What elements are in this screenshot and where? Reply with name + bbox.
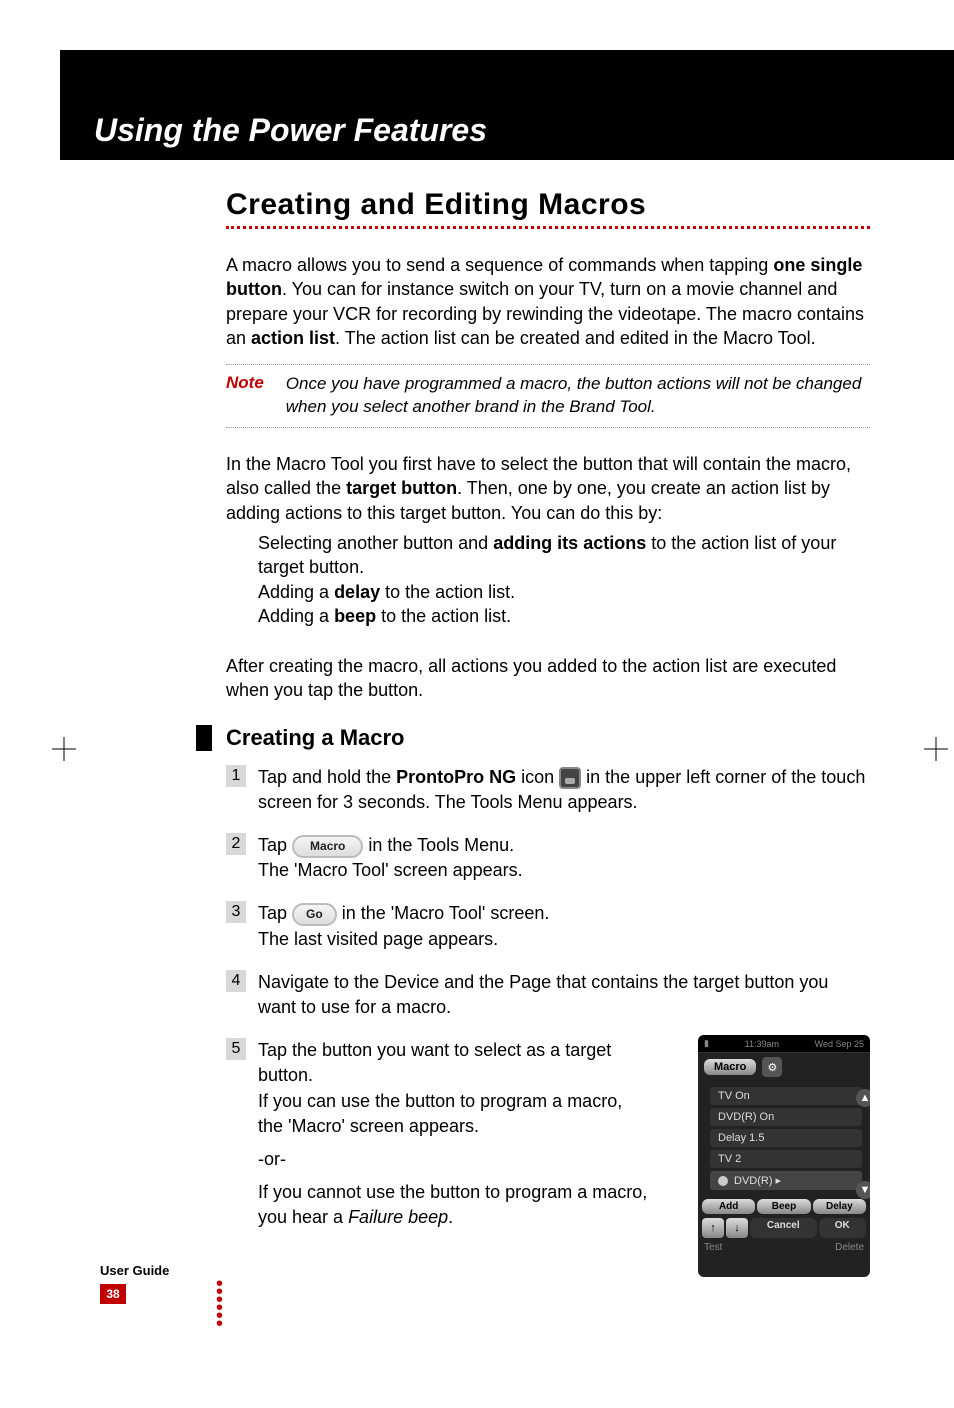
device-test-label: Test xyxy=(704,1242,722,1253)
device-list-item: TV 2 xyxy=(710,1150,862,1168)
step-text: Navigate to the Device and the Page that… xyxy=(258,970,870,1020)
device-list-item: TV On xyxy=(710,1087,862,1105)
device-beep-button: Beep xyxy=(757,1199,810,1214)
device-delay-button: Delay xyxy=(813,1199,866,1214)
intro-text: . The action list can be created and edi… xyxy=(335,328,816,348)
section-underline-dots xyxy=(226,226,870,229)
note-text: Once you have programmed a macro, the bu… xyxy=(286,373,870,419)
page-title: Using the Power Features xyxy=(94,112,487,149)
device-button-row-1: Add Beep Delay xyxy=(698,1197,870,1216)
arrow-down-icon: ↓ xyxy=(726,1218,748,1238)
user-guide-label: User Guide xyxy=(100,1263,223,1278)
device-cancel-button: Cancel xyxy=(750,1218,817,1238)
device-macro-tab: Macro xyxy=(704,1059,756,1075)
scroll-up-icon: ▲ xyxy=(856,1089,870,1107)
device-screenshot: ▮ 11:39am Wed Sep 25 Macro ⚙ ▲ TV On DVD… xyxy=(698,1035,870,1277)
device-list-item: DVD(R) On xyxy=(710,1108,862,1126)
header-band-title: Using the Power Features xyxy=(60,100,954,160)
vertical-dots-icon: •••••• xyxy=(216,1280,223,1328)
body-paragraph: In the Macro Tool you first have to sele… xyxy=(226,452,870,525)
header-band-spacer xyxy=(60,50,954,100)
subheading-marker xyxy=(196,725,212,751)
step-number: 2 xyxy=(226,833,246,855)
step-text: Tap and hold the ProntoPro NG icon in th… xyxy=(258,765,870,815)
body-bold: target button xyxy=(346,478,457,498)
body-paragraph: After creating the macro, all actions yo… xyxy=(226,654,870,703)
step-text: Tap the button you want to select as a t… xyxy=(258,1038,650,1230)
step-number: 4 xyxy=(226,970,246,992)
step-1: 1 Tap and hold the ProntoPro NG icon in … xyxy=(226,765,870,815)
step-number: 3 xyxy=(226,901,246,923)
bullet-item: Selecting another button and adding its … xyxy=(258,531,870,580)
section-title: Creating and Editing Macros xyxy=(226,188,870,222)
page-number-badge: 38 xyxy=(100,1284,126,1304)
device-button-row-2: ↑ ↓ Cancel OK xyxy=(698,1216,870,1240)
device-time: 11:39am xyxy=(745,1039,779,1049)
step-2: 2 Tap Macro in the Tools Menu. The 'Macr… xyxy=(226,833,870,883)
gear-icon: ⚙ xyxy=(762,1057,782,1077)
device-list-item-selected: DVD(R) ▸ xyxy=(710,1171,862,1190)
device-ok-button: OK xyxy=(819,1218,867,1238)
bullet-list: Selecting another button and adding its … xyxy=(258,531,870,628)
scroll-down-icon: ▼ xyxy=(856,1181,870,1199)
prontopro-icon xyxy=(559,767,581,789)
intro-text: A macro allows you to send a sequence of… xyxy=(226,255,773,275)
crop-mark-right xyxy=(924,737,948,766)
bullet-item: Adding a delay to the action list. xyxy=(258,580,870,604)
step-3: 3 Tap Go in the 'Macro Tool' screen. The… xyxy=(226,901,870,951)
arrow-up-icon: ↑ xyxy=(702,1218,724,1238)
macro-pill-icon: Macro xyxy=(292,835,363,858)
step-text: Tap Go in the 'Macro Tool' screen. The l… xyxy=(258,901,870,951)
intro-paragraph: A macro allows you to send a sequence of… xyxy=(226,253,870,350)
device-action-list: ▲ TV On DVD(R) On Delay 1.5 TV 2 DVD(R) … xyxy=(698,1081,870,1197)
device-status-bar: ▮ 11:39am Wed Sep 25 xyxy=(698,1035,870,1053)
or-separator: -or- xyxy=(258,1147,650,1172)
crop-mark-left xyxy=(52,737,76,766)
intro-bold: action list xyxy=(251,328,335,348)
battery-icon: ▮ xyxy=(704,1038,709,1049)
device-date: Wed Sep 25 xyxy=(815,1039,864,1049)
note-box: Note Once you have programmed a macro, t… xyxy=(226,364,870,428)
subheading-row: Creating a Macro xyxy=(196,725,870,751)
bullet-item: Adding a beep to the action list. xyxy=(258,604,870,628)
step-number: 1 xyxy=(226,765,246,787)
device-list-item: Delay 1.5 xyxy=(710,1129,862,1147)
subheading: Creating a Macro xyxy=(226,725,405,751)
step-text: Tap Macro in the Tools Menu. The 'Macro … xyxy=(258,833,870,883)
step-4: 4 Navigate to the Device and the Page th… xyxy=(226,970,870,1020)
step-number: 5 xyxy=(226,1038,246,1060)
footer-sidebar: User Guide 38 •••••• xyxy=(100,1263,223,1328)
crop-mark-top xyxy=(457,70,497,115)
device-bottom-bar: Test Delete xyxy=(698,1240,870,1255)
go-pill-icon: Go xyxy=(292,903,337,926)
device-delete-label: Delete xyxy=(835,1242,864,1253)
device-title-row: Macro ⚙ xyxy=(698,1053,870,1081)
device-add-button: Add xyxy=(702,1199,755,1214)
note-label: Note xyxy=(226,373,264,419)
